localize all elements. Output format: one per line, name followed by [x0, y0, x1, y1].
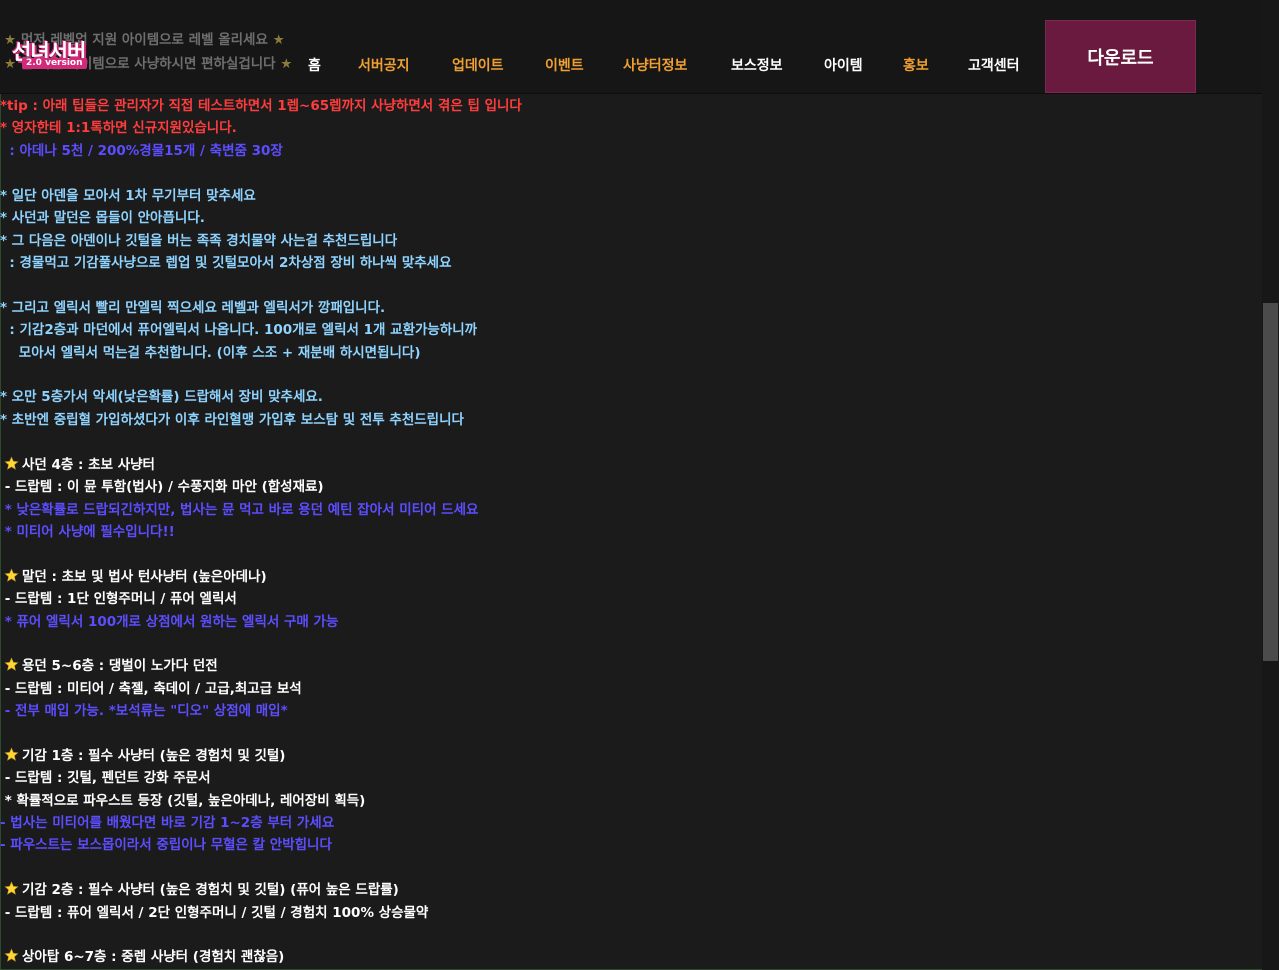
tip-line: * 영자한테 1:1톡하면 신규지원있습니다. — [0, 118, 237, 138]
tip-text: 기감 2층 : 필수 사냥터 (높은 경험치 및 깃털) (퓨어 높은 드랍률) — [22, 882, 399, 898]
tip-line: * 그 다음은 아덴이나 깃털을 버는 족족 경치물약 사는걸 추천드립니다 — [0, 231, 397, 251]
tip-text: - 드랍템 : 깃털, 펜던트 강화 주문서 — [0, 770, 211, 786]
tip-line: - 드랍템 : 1단 인형주머니 / 퓨어 엘릭서 — [0, 589, 237, 609]
nav-item-3[interactable]: 업데이트 — [452, 55, 504, 75]
tip-line: * 오만 5층가서 악세(낮은확률) 드랍해서 장비 맞추세요. — [0, 387, 323, 407]
tip-text: * 확률적으로 파우스트 등장 (깃털, 높은아데나, 레어장비 획득) — [0, 793, 366, 809]
tip-line: 상아탑 6~7층 : 중렙 사냥터 (경험치 괜찮음) — [4, 947, 284, 967]
tip-text: * 퓨어 엘릭서 100개로 상점에서 원하는 엘릭서 구매 가능 — [0, 614, 339, 630]
tip-line: : 기감2층과 마던에서 퓨어엘릭서 나옵니다. 100개로 엘릭서 1개 교환… — [0, 320, 477, 340]
tip-text: 기감 1층 : 필수 사냥터 (높은 경험치 및 깃털) — [22, 748, 286, 764]
tip-text: * 미티어 사냥에 필수입니다!! — [0, 524, 175, 540]
star-icon: ★ — [280, 56, 293, 72]
tip-line: * 일단 아덴을 모아서 1차 무기부터 맞추세요 — [0, 186, 256, 206]
tip-line: * 사던과 말던은 몹들이 안아픕니다. — [0, 208, 205, 228]
header-bar: ★ 먼저 레벨업 지원 아이템으로 레벨 올리세요 ★ ★ 몰 지원 아이템으로… — [0, 0, 1262, 94]
tip-line: * 그리고 엘릭서 빨리 만엘릭 찍으세요 레벨과 엘릭서가 깡패입니다. — [0, 298, 385, 318]
tip-text: - 파우스트는 보스몹이라서 중립이나 무혈은 칼 안박힙니다 — [0, 837, 332, 853]
tip-line: - 드랍템 : 퓨어 엘릭서 / 2단 인형주머니 / 깃털 / 경험치 100… — [0, 903, 429, 923]
tip-text: - 드랍템 : 퓨어 엘릭서 / 2단 인형주머니 / 깃털 / 경험치 100… — [0, 905, 429, 921]
nav-item-4[interactable]: 이벤트 — [545, 55, 584, 75]
tip-line: 기감 1층 : 필수 사냥터 (높은 경험치 및 깃털) — [4, 746, 285, 766]
tip-text: * 초반엔 중립혈 가입하셨다가 이후 라인혈맹 가입후 보스탐 및 전투 추천… — [0, 412, 464, 428]
tip-line: - 드랍템 : 깃털, 펜던트 강화 주문서 — [0, 768, 211, 788]
tip-line: : 아데나 5천 / 200%경물15개 / 축변줌 30장 — [0, 141, 283, 161]
tip-text: 용던 5~6층 : 댕벌이 노가다 던전 — [22, 658, 218, 674]
tip-text: - 전부 매입 가능. *보석류는 "디오" 상점에 매입* — [0, 703, 288, 719]
tip-text: - 법사는 미티어를 배웠다면 바로 기감 1~2층 부터 가세요 — [0, 815, 335, 831]
tip-text: * 영자한테 1:1톡하면 신규지원있습니다. — [0, 120, 237, 136]
tip-text: 말던 : 초보 및 법사 턴사냥터 (높은아데나) — [22, 569, 267, 585]
tip-line: * 낮은확률로 드랍되긴하지만, 법사는 뮨 먹고 바로 용던 예틴 잡아서 미… — [0, 500, 479, 520]
tip-text: 사던 4층 : 초보 사냥터 — [22, 457, 155, 473]
tip-line: * 초반엔 중립혈 가입하셨다가 이후 라인혈맹 가입후 보스탐 및 전투 추천… — [0, 410, 464, 430]
tip-line: 사던 4층 : 초보 사냥터 — [4, 455, 155, 475]
tip-line: 용던 5~6층 : 댕벌이 노가다 던전 — [4, 656, 218, 676]
tip-text: - 드랍템 : 미티어 / 축젤, 축데이 / 고급,최고급 보석 — [0, 681, 302, 697]
tip-text: *tip : 아래 팁들은 관리자가 직접 테스트하면서 1렙~65렙까지 사냥… — [0, 98, 522, 114]
tip-text: - 드랍템 : 1단 인형주머니 / 퓨어 엘릭서 — [0, 591, 237, 607]
tip-text: * 낮은확률로 드랍되긴하지만, 법사는 뮨 먹고 바로 용던 예틴 잡아서 미… — [0, 502, 479, 518]
tip-line: - 전부 매입 가능. *보석류는 "디오" 상점에 매입* — [0, 701, 288, 721]
tip-line: - 드랍템 : 이 뮨 투함(법사) / 수풍지화 마안 (합성재료) — [0, 477, 324, 497]
star-icon — [4, 881, 19, 896]
tip-line: * 미티어 사냥에 필수입니다!! — [0, 522, 175, 542]
nav-item-5[interactable]: 사냥터정보 — [623, 55, 687, 75]
nav-item-2[interactable]: 서버공지 — [358, 55, 410, 75]
tip-text: * 오만 5층가서 악세(낮은확률) 드랍해서 장비 맞추세요. — [0, 389, 323, 405]
tip-text: : 경물먹고 기감풀사냥으로 렙업 및 깃털모아서 2차상점 장비 하나씩 맞추… — [0, 255, 452, 271]
tip-line: 말던 : 초보 및 법사 턴사냥터 (높은아데나) — [4, 567, 267, 587]
tip-line: - 법사는 미티어를 배웠다면 바로 기감 1~2층 부터 가세요 — [0, 813, 334, 833]
tip-text: * 일단 아덴을 모아서 1차 무기부터 맞추세요 — [0, 188, 256, 204]
star-icon — [4, 657, 19, 672]
tip-text: : 기감2층과 마던에서 퓨어엘릭서 나옵니다. 100개로 엘릭서 1개 교환… — [0, 322, 478, 338]
site-logo[interactable]: 선녀서버 2.0 version — [12, 36, 92, 72]
star-icon: ★ — [272, 32, 285, 48]
tip-text: 상아탑 6~7층 : 중렙 사냥터 (경험치 괜찮음) — [22, 949, 285, 965]
tip-text: : 아데나 5천 / 200%경물15개 / 축변줌 30장 — [0, 143, 283, 159]
star-icon — [4, 747, 19, 762]
star-icon — [4, 948, 19, 963]
scrollbar-thumb[interactable] — [1263, 303, 1278, 661]
tip-line: *tip : 아래 팁들은 관리자가 직접 테스트하면서 1렙~65렙까지 사냥… — [0, 96, 522, 116]
tip-line: 기감 2층 : 필수 사냥터 (높은 경험치 및 깃털) (퓨어 높은 드랍률) — [4, 880, 399, 900]
nav-item-9[interactable]: 고객센터 — [968, 55, 1020, 75]
download-button[interactable]: 다운로드 — [1045, 20, 1196, 93]
tip-line: : 경물먹고 기감풀사냥으로 렙업 및 깃털모아서 2차상점 장비 하나씩 맞추… — [0, 253, 452, 273]
tip-line: 모아서 엘릭서 먹는걸 추천합니다. (이후 스조 + 재분배 하시면됩니다) — [0, 343, 421, 363]
nav-item-7[interactable]: 아이템 — [824, 55, 863, 75]
star-icon — [4, 568, 19, 583]
tip-line: - 파우스트는 보스몹이라서 중립이나 무혈은 칼 안박힙니다 — [0, 835, 332, 855]
tip-text: * 그 다음은 아덴이나 깃털을 버는 족족 경치물약 사는걸 추천드립니다 — [0, 233, 398, 249]
tip-line: * 퓨어 엘릭서 100개로 상점에서 원하는 엘릭서 구매 가능 — [0, 612, 339, 632]
nav-item-1[interactable]: 홈 — [308, 55, 321, 75]
tip-text: 모아서 엘릭서 먹는걸 추천합니다. (이후 스조 + 재분배 하시면됩니다) — [0, 345, 421, 361]
star-icon — [4, 456, 19, 471]
tip-text: - 드랍템 : 이 뮨 투함(법사) / 수풍지화 마안 (합성재료) — [0, 479, 324, 495]
tip-line: - 드랍템 : 미티어 / 축젤, 축데이 / 고급,최고급 보석 — [0, 679, 302, 699]
tip-text: * 그리고 엘릭서 빨리 만엘릭 찍으세요 레벨과 엘릭서가 깡패입니다. — [0, 300, 386, 316]
tip-line: * 확률적으로 파우스트 등장 (깃털, 높은아데나, 레어장비 획득) — [0, 791, 366, 811]
nav-item-6[interactable]: 보스정보 — [731, 55, 783, 75]
nav-item-8[interactable]: 홍보 — [903, 55, 929, 75]
tip-text: * 사던과 말던은 몹들이 안아픕니다. — [0, 210, 205, 226]
logo-version: 2.0 version — [22, 58, 87, 69]
